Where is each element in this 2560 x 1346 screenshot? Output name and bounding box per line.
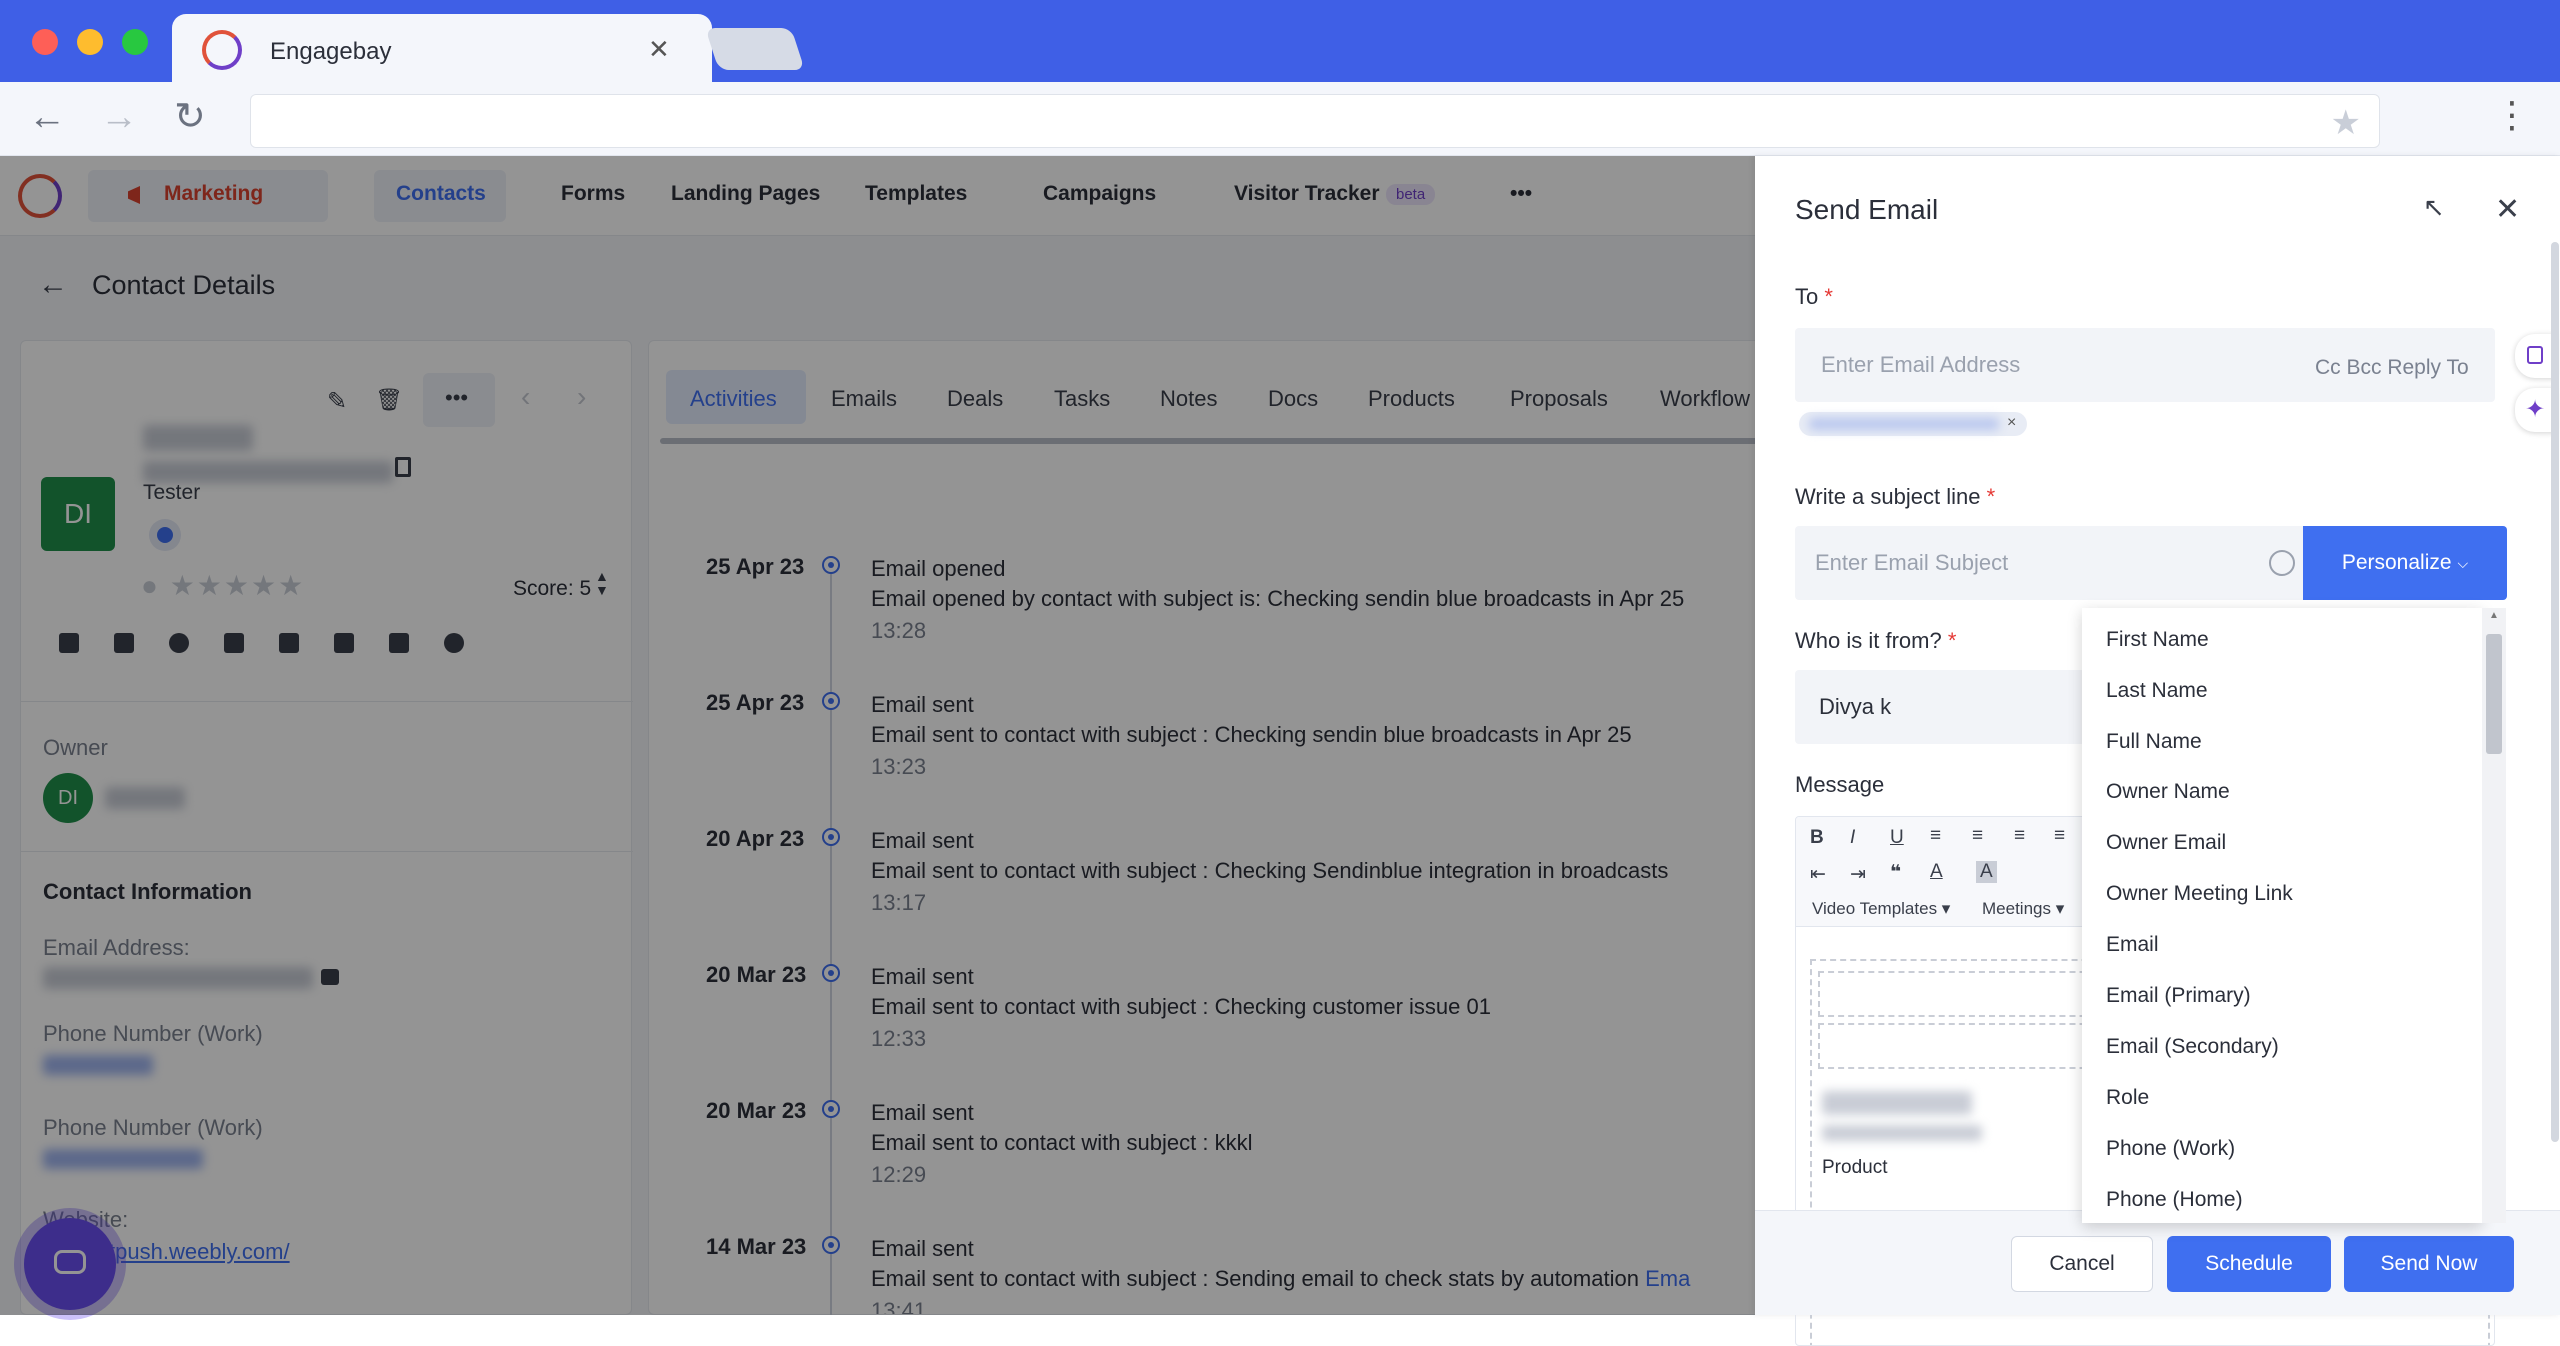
align-center-icon[interactable]: ≡ (1972, 825, 1983, 847)
panel-scrollbar[interactable] (2551, 242, 2559, 1142)
browser-menu-icon[interactable]: ⋮ (2494, 94, 2530, 136)
browser-titlebar: Engagebay ✕ (0, 0, 2560, 82)
bold-icon[interactable]: B (1810, 827, 1824, 849)
personalize-option[interactable]: Role (2106, 1086, 2149, 1110)
blockquote-icon[interactable]: ❝ (1890, 861, 1901, 884)
personalize-option[interactable]: Phone (Home) (2106, 1188, 2243, 1212)
message-label: Message (1795, 772, 1885, 797)
chevron-down-icon: ⌵ (2457, 554, 2469, 571)
recipient-chip[interactable]: × (1799, 412, 2027, 436)
from-value: Divya k (1819, 694, 1892, 719)
personalize-option[interactable]: Phone (Work) (2106, 1137, 2235, 1161)
subject-input[interactable]: Enter Email Subject (1795, 526, 2309, 600)
recipient-email (1809, 418, 1999, 430)
personalize-option[interactable]: Full Name (2106, 730, 2202, 754)
dropdown-scrollbar-thumb[interactable] (2486, 634, 2502, 754)
personalize-option[interactable]: First Name (2106, 628, 2209, 652)
video-templates-dropdown[interactable]: Video Templates ▾ (1812, 899, 1950, 919)
underline-icon[interactable]: U (1890, 827, 1904, 849)
italic-icon[interactable]: I (1850, 827, 1855, 849)
text-color-icon[interactable]: A (1930, 861, 1943, 883)
back-icon[interactable]: ← (28, 96, 66, 139)
new-tab-button[interactable] (705, 28, 805, 70)
close-panel-icon[interactable]: ✕ (2495, 192, 2520, 227)
bookmark-star-icon[interactable]: ★ (2331, 103, 2361, 143)
close-window-dot[interactable] (32, 29, 58, 55)
editor-text: Product (1822, 1157, 1888, 1178)
personalize-option[interactable]: Email (2106, 933, 2159, 957)
engagebay-logo-icon (202, 30, 242, 70)
browser-tab[interactable]: Engagebay ✕ (172, 14, 712, 82)
cc-bcc-reply-to[interactable]: Cc Bcc Reply To (2315, 356, 2469, 380)
address-bar[interactable]: ★ (250, 94, 2380, 148)
ai-sparkle-icon[interactable]: ✦ (2515, 388, 2555, 432)
browser-toolbar: ← → ↻ ★ ⋮ (0, 82, 2560, 156)
from-select[interactable]: Divya k (1795, 670, 2085, 744)
subject-placeholder: Enter Email Subject (1815, 550, 2009, 575)
justify-icon[interactable]: ≡ (2054, 825, 2065, 847)
close-tab-icon[interactable]: ✕ (648, 34, 670, 65)
bg-color-icon[interactable]: A (1976, 861, 1997, 883)
dropdown-scrollbar-track[interactable]: ▲ (2482, 608, 2506, 1223)
scroll-up-icon[interactable]: ▲ (2489, 610, 2499, 621)
outdent-icon[interactable]: ⇤ (1810, 863, 1826, 886)
personalize-option[interactable]: Owner Meeting Link (2106, 882, 2293, 906)
to-placeholder: Enter Email Address (1821, 352, 2021, 377)
signature-title (1822, 1125, 1982, 1141)
reload-icon[interactable]: ↻ (174, 94, 206, 139)
align-right-icon[interactable]: ≡ (2014, 825, 2025, 847)
from-label: Who is it from? * (1795, 628, 1957, 653)
personalize-option[interactable]: Owner Email (2106, 831, 2226, 855)
personalize-dropdown: First Name Last Name Full Name Owner Nam… (2082, 608, 2506, 1223)
signature-name (1822, 1091, 1972, 1115)
expand-icon[interactable]: ↖ (2423, 192, 2445, 223)
meetings-dropdown[interactable]: Meetings ▾ (1982, 899, 2064, 919)
to-input[interactable]: Enter Email Address Cc Bcc Reply To (1795, 328, 2495, 402)
emoji-icon[interactable] (2269, 550, 2295, 576)
subject-label: Write a subject line * (1795, 484, 1996, 509)
send-now-button[interactable]: Send Now (2344, 1236, 2514, 1292)
indent-icon[interactable]: ⇥ (1850, 863, 1866, 886)
maximize-window-dot[interactable] (122, 29, 148, 55)
minimize-window-dot[interactable] (77, 29, 103, 55)
panel-title: Send Email (1795, 194, 1939, 225)
cancel-button[interactable]: Cancel (2011, 1236, 2153, 1292)
align-left-icon[interactable]: ≡ (1930, 825, 1941, 847)
forward-icon[interactable]: → (100, 96, 138, 139)
personalize-option[interactable]: Email (Secondary) (2106, 1035, 2279, 1059)
personalize-button[interactable]: Personalize ⌵ (2303, 526, 2507, 600)
panel-footer: Cancel Schedule Send Now (1755, 1210, 2560, 1315)
schedule-button[interactable]: Schedule (2167, 1236, 2331, 1292)
personalize-option[interactable]: Last Name (2106, 679, 2208, 703)
to-label: To * (1795, 284, 1833, 309)
side-doc-icon[interactable] (2515, 334, 2555, 378)
personalize-option[interactable]: Email (Primary) (2106, 984, 2251, 1008)
remove-recipient-icon[interactable]: × (2007, 414, 2016, 432)
tab-title: Engagebay (270, 38, 392, 65)
personalize-option[interactable]: Owner Name (2106, 780, 2230, 804)
modal-backdrop[interactable] (0, 156, 1755, 1315)
